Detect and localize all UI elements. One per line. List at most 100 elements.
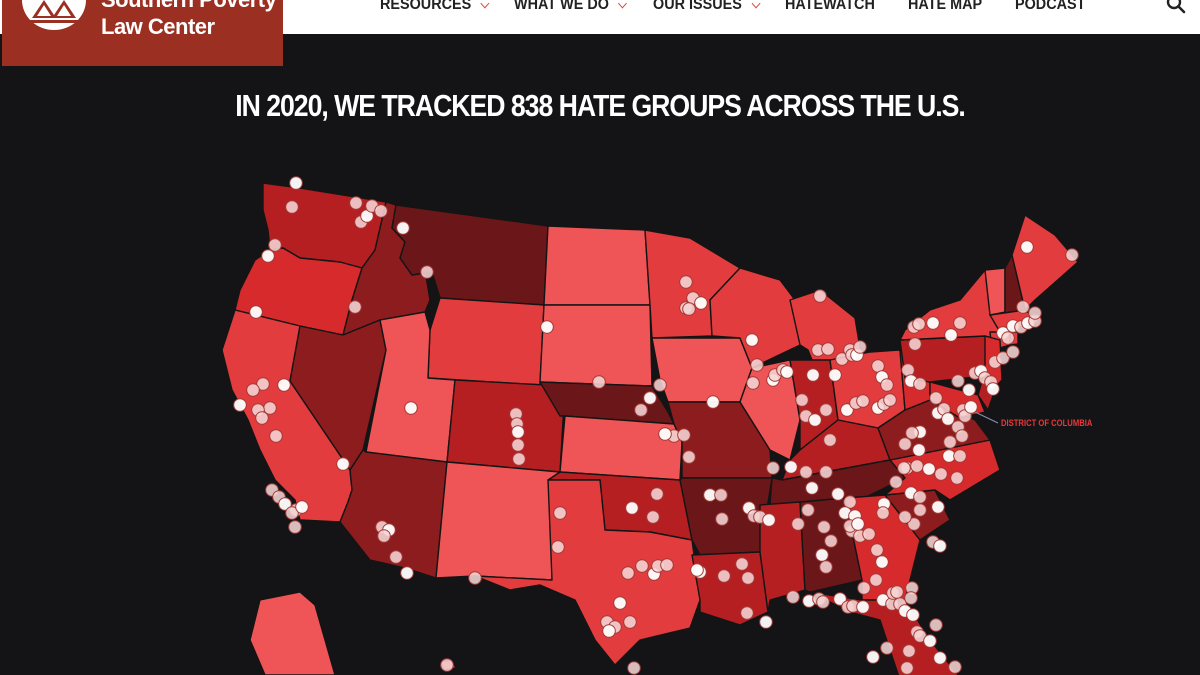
hate-group-marker[interactable] xyxy=(910,459,924,473)
hate-group-marker[interactable] xyxy=(261,249,275,263)
hate-group-marker[interactable] xyxy=(913,490,927,504)
hate-group-marker[interactable] xyxy=(277,378,291,392)
hate-group-marker[interactable] xyxy=(828,368,842,382)
hate-group-marker[interactable] xyxy=(929,391,943,405)
hate-group-marker[interactable] xyxy=(621,566,635,580)
hate-group-marker[interactable] xyxy=(288,520,302,534)
hate-group-marker[interactable] xyxy=(813,289,827,303)
hate-group-marker[interactable] xyxy=(913,377,927,391)
hate-group-marker[interactable] xyxy=(962,383,976,397)
hate-group-marker[interactable] xyxy=(745,333,759,347)
hate-group-marker[interactable] xyxy=(898,510,912,524)
hate-group-marker[interactable] xyxy=(246,383,260,397)
hate-group-marker[interactable] xyxy=(677,428,691,442)
hate-group-marker[interactable] xyxy=(821,342,835,356)
hate-group-marker[interactable] xyxy=(679,275,693,289)
hate-group-marker[interactable] xyxy=(613,596,627,610)
hate-group-marker[interactable] xyxy=(336,457,350,471)
hate-group-marker[interactable] xyxy=(420,265,434,279)
hate-group-marker[interactable] xyxy=(706,395,720,409)
hate-group-marker[interactable] xyxy=(876,506,890,520)
hate-group-marker[interactable] xyxy=(806,368,820,382)
hate-group-marker[interactable] xyxy=(816,595,830,609)
hate-group-marker[interactable] xyxy=(233,398,247,412)
hate-group-marker[interactable] xyxy=(635,559,649,573)
hate-group-marker[interactable] xyxy=(784,460,798,474)
hate-group-marker[interactable] xyxy=(762,513,776,527)
state-ks[interactable] xyxy=(559,415,683,481)
hate-group-marker[interactable] xyxy=(964,400,978,414)
hate-group-marker[interactable] xyxy=(623,615,637,629)
hate-group-marker[interactable] xyxy=(643,391,657,405)
hate-group-marker[interactable] xyxy=(348,300,362,314)
hate-group-marker[interactable] xyxy=(934,467,948,481)
hate-group-marker[interactable] xyxy=(540,320,554,334)
hate-group-marker[interactable] xyxy=(819,560,833,574)
hate-group-marker[interactable] xyxy=(786,590,800,604)
state-me[interactable] xyxy=(1011,214,1079,311)
hate-group-marker[interactable] xyxy=(660,558,674,572)
hate-group-marker[interactable] xyxy=(823,433,837,447)
hate-group-marker[interactable] xyxy=(857,581,871,595)
hate-group-marker[interactable] xyxy=(717,569,731,583)
hate-group-marker[interactable] xyxy=(815,548,829,562)
hate-group-marker[interactable] xyxy=(1016,300,1030,314)
hate-group-marker[interactable] xyxy=(955,429,969,443)
hate-group-marker[interactable] xyxy=(602,624,616,638)
hate-group-marker[interactable] xyxy=(269,429,283,443)
hate-group-marker[interactable] xyxy=(943,435,957,449)
hate-group-marker[interactable] xyxy=(715,512,729,526)
hate-group-marker[interactable] xyxy=(908,337,922,351)
hate-group-marker[interactable] xyxy=(592,375,606,389)
hate-group-marker[interactable] xyxy=(851,517,865,531)
state-la[interactable] xyxy=(691,551,769,626)
hate-group-marker[interactable] xyxy=(951,374,965,388)
hate-group-marker[interactable] xyxy=(766,461,780,475)
hate-group-marker[interactable] xyxy=(805,481,819,495)
hate-group-marker[interactable] xyxy=(759,615,773,629)
hate-group-marker[interactable] xyxy=(791,517,805,531)
hate-group-marker[interactable] xyxy=(377,529,391,543)
hate-group-marker[interactable] xyxy=(374,204,388,218)
hate-group-marker[interactable] xyxy=(883,393,897,407)
state-nm[interactable] xyxy=(435,461,561,581)
hate-group-marker[interactable] xyxy=(862,527,876,541)
hate-group-marker[interactable] xyxy=(295,500,309,514)
hate-group-marker[interactable] xyxy=(817,520,831,534)
hate-group-marker[interactable] xyxy=(400,566,414,580)
hate-group-marker[interactable] xyxy=(902,644,916,658)
hate-group-marker[interactable] xyxy=(714,488,728,502)
hate-group-marker[interactable] xyxy=(923,634,937,648)
hate-group-marker[interactable] xyxy=(512,452,526,466)
hate-group-marker[interactable] xyxy=(950,471,964,485)
hate-group-marker[interactable] xyxy=(931,500,945,514)
hate-group-marker[interactable] xyxy=(268,238,282,252)
hate-group-marker[interactable] xyxy=(468,571,482,585)
state-sd[interactable] xyxy=(539,304,653,387)
hate-group-marker[interactable] xyxy=(933,651,947,665)
hate-group-marker[interactable] xyxy=(741,571,755,585)
hate-group-marker[interactable] xyxy=(912,317,926,331)
hate-group-marker[interactable] xyxy=(249,305,263,319)
hate-group-marker[interactable] xyxy=(889,475,903,489)
hate-group-marker[interactable] xyxy=(682,302,696,316)
hate-group-marker[interactable] xyxy=(511,425,525,439)
hate-group-marker[interactable] xyxy=(801,503,815,517)
hate-group-marker[interactable] xyxy=(746,376,760,390)
hate-group-marker[interactable] xyxy=(634,403,648,417)
hate-group-marker[interactable] xyxy=(682,450,696,464)
hate-group-marker[interactable] xyxy=(819,465,833,479)
hate-group-marker[interactable] xyxy=(653,378,667,392)
hate-group-marker[interactable] xyxy=(824,534,838,548)
hate-group-marker[interactable] xyxy=(880,641,894,655)
hate-group-marker[interactable] xyxy=(866,650,880,664)
hate-group-marker[interactable] xyxy=(740,606,754,620)
hate-group-marker[interactable] xyxy=(511,438,525,452)
state-ia[interactable] xyxy=(651,337,753,403)
hate-group-marker[interactable] xyxy=(890,585,904,599)
hate-group-marker[interactable] xyxy=(1020,240,1034,254)
hate-group-marker[interactable] xyxy=(831,487,845,501)
hate-group-marker[interactable] xyxy=(929,618,943,632)
hate-group-marker[interactable] xyxy=(646,510,660,524)
hate-group-marker[interactable] xyxy=(349,196,363,210)
